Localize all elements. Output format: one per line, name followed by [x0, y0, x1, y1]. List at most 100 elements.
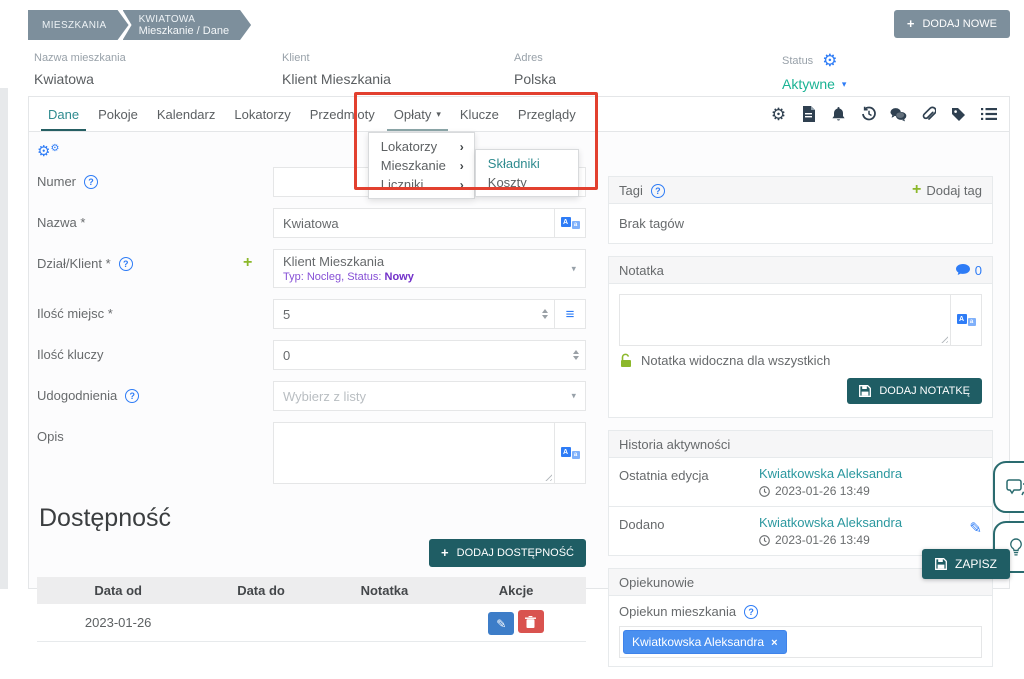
- help-icon[interactable]: [119, 257, 133, 271]
- breadcrumb-root[interactable]: MIESZKANIA: [28, 10, 129, 40]
- tab-lokatorzy[interactable]: Lokatorzy: [227, 97, 297, 131]
- remove-icon[interactable]: [771, 635, 777, 649]
- summary-client: Klient Klient Mieszkania: [282, 52, 514, 92]
- form-row-ilosc-miejsc: Ilość miejsc * 5: [37, 299, 586, 329]
- tab-dane[interactable]: Dane: [41, 97, 86, 131]
- tab-przedmioty[interactable]: Przedmioty: [303, 97, 382, 131]
- settings-icon[interactable]: [770, 106, 787, 123]
- history-user-link[interactable]: Kwiatkowska Aleksandra: [759, 466, 982, 481]
- list-icon[interactable]: [555, 299, 586, 329]
- document-icon[interactable]: [800, 106, 817, 122]
- numer-label: Numer: [37, 174, 76, 189]
- caretaker-select[interactable]: Kwiatkowska Aleksandra: [619, 626, 982, 658]
- form-row-nazwa: Nazwa *: [37, 208, 586, 238]
- resize-handle-icon[interactable]: [543, 472, 552, 481]
- dzial-klient-status: Nowy: [385, 271, 414, 283]
- summary-name-label: Nazwa mieszkania: [34, 52, 282, 64]
- spinner-arrows-icon[interactable]: [573, 350, 579, 360]
- summary-row: Nazwa mieszkania Kwiatowa Klient Klient …: [0, 46, 1024, 92]
- tab-kalendarz[interactable]: Kalendarz: [150, 97, 223, 131]
- tag-icon[interactable]: [950, 107, 967, 122]
- add-availability-button[interactable]: DODAJ DOSTĘPNOŚĆ: [429, 539, 586, 567]
- save-button[interactable]: ZAPISZ: [922, 549, 1010, 579]
- edit-pencil-icon[interactable]: [969, 515, 982, 536]
- dzial-klient-select[interactable]: Klient Mieszkania Typ: Nocleg, Status: N…: [273, 249, 586, 288]
- chevron-right-icon: [460, 159, 464, 173]
- submenu-item-koszty[interactable]: Koszty: [476, 173, 578, 192]
- feedback-chat-button[interactable]: [993, 461, 1024, 513]
- add-client-icon[interactable]: [243, 254, 252, 271]
- add-note-button[interactable]: DODAJ NOTATKĘ: [847, 378, 982, 404]
- summary-client-link[interactable]: Klient Mieszkania: [282, 71, 514, 87]
- bell-icon[interactable]: [830, 106, 847, 122]
- availability-table: Data od Data do Notatka Akcje 2023-01-26…: [37, 577, 586, 642]
- cell-actions: ✎: [446, 604, 586, 642]
- history-timestamp: 2023-01-26 13:49: [775, 533, 870, 547]
- tab-oplaty[interactable]: Opłaty Lokatorzy Mieszkanie Liczniki: [387, 97, 448, 131]
- add-tag-button[interactable]: Dodaj tag: [912, 182, 982, 198]
- payments-dropdown-menu: Lokatorzy Mieszkanie Liczniki: [368, 132, 475, 199]
- help-icon[interactable]: [84, 175, 98, 189]
- summary-name: Nazwa mieszkania Kwiatowa: [34, 52, 282, 92]
- tab-pokoje-label: Pokoje: [98, 107, 138, 122]
- help-icon[interactable]: [651, 184, 665, 198]
- tab-oplaty-label: Opłaty: [394, 107, 432, 122]
- breadcrumb-current[interactable]: KWIATOWA Mieszkanie / Dane: [123, 10, 252, 40]
- spinner-arrows-icon[interactable]: [542, 309, 548, 319]
- chevron-down-icon[interactable]: [842, 79, 847, 90]
- menu-item-liczniki[interactable]: Liczniki: [369, 175, 474, 194]
- history-entry-label: Dodano: [619, 515, 759, 532]
- page-left-gutter: [0, 88, 8, 589]
- history-entry-label: Ostatnia edycja: [619, 466, 759, 483]
- messages-icon[interactable]: [890, 107, 907, 122]
- caretaker-name: Kwiatkowska Aleksandra: [632, 635, 764, 649]
- nazwa-input[interactable]: [273, 208, 555, 238]
- tags-empty-text: Brak tagów: [609, 204, 992, 243]
- tab-klucze[interactable]: Klucze: [453, 97, 506, 131]
- ilosc-kluczy-stepper[interactable]: 0: [273, 340, 586, 370]
- caretakers-panel: Opiekunowie Opiekun mieszkania Kwiatkows…: [608, 568, 993, 667]
- note-panel-title: Notatka: [619, 263, 664, 278]
- availability-title: Dostępność: [39, 504, 586, 533]
- checklist-icon[interactable]: [980, 107, 997, 121]
- paperclip-icon[interactable]: [920, 106, 937, 122]
- ilosc-miejsc-stepper[interactable]: 5: [273, 299, 555, 329]
- menu-item-mieszkanie[interactable]: Mieszkanie: [369, 156, 474, 175]
- translate-icon[interactable]: [951, 294, 982, 346]
- help-icon[interactable]: [744, 605, 758, 619]
- history-user-link[interactable]: Kwiatkowska Aleksandra: [759, 515, 969, 530]
- resize-handle-icon[interactable]: [939, 334, 948, 343]
- translate-icon[interactable]: [555, 208, 586, 238]
- opis-textarea[interactable]: [273, 422, 555, 484]
- note-textarea[interactable]: [619, 294, 951, 346]
- chevron-right-icon: [460, 140, 464, 154]
- caretaker-field-label: Opiekun mieszkania: [619, 604, 736, 619]
- submenu-item-skladniki[interactable]: Składniki: [476, 154, 578, 173]
- udogodnienia-select[interactable]: Wybierz z listy: [273, 381, 586, 411]
- menu-item-lokatorzy[interactable]: Lokatorzy: [369, 137, 474, 156]
- column-header-data-do: Data do: [199, 577, 322, 604]
- add-availability-label: DODAJ DOSTĘPNOŚĆ: [457, 547, 574, 559]
- breadcrumb-current-subtitle: Mieszkanie / Dane: [139, 25, 230, 37]
- help-icon[interactable]: [125, 389, 139, 403]
- status-settings-icon[interactable]: [822, 52, 837, 69]
- add-new-label: DODAJ NOWE: [922, 18, 997, 30]
- tab-pokoje[interactable]: Pokoje: [91, 97, 145, 131]
- menu-item-label: Liczniki: [381, 177, 424, 192]
- edit-button[interactable]: ✎: [488, 612, 514, 635]
- translate-icon[interactable]: [555, 422, 586, 484]
- note-panel: Notatka 0 Notatka widoc: [608, 256, 993, 418]
- history-icon[interactable]: [860, 106, 877, 122]
- caretakers-panel-title: Opiekunowie: [619, 575, 694, 590]
- add-new-button[interactable]: DODAJ NOWE: [894, 10, 1010, 38]
- breadcrumb-root-label: MIESZKANIA: [42, 20, 107, 31]
- caretaker-chip[interactable]: Kwiatkowska Aleksandra: [623, 630, 787, 654]
- tab-przeglady[interactable]: Przeglądy: [511, 97, 583, 131]
- delete-button[interactable]: [518, 610, 544, 633]
- nazwa-label: Nazwa *: [37, 215, 85, 230]
- ilosc-kluczy-value: 0: [283, 348, 290, 363]
- status-badge[interactable]: Aktywne: [782, 76, 835, 92]
- note-comments-button[interactable]: 0: [956, 263, 982, 278]
- ilosc-miejsc-value: 5: [283, 307, 290, 322]
- menu-item-label: Lokatorzy: [381, 139, 437, 154]
